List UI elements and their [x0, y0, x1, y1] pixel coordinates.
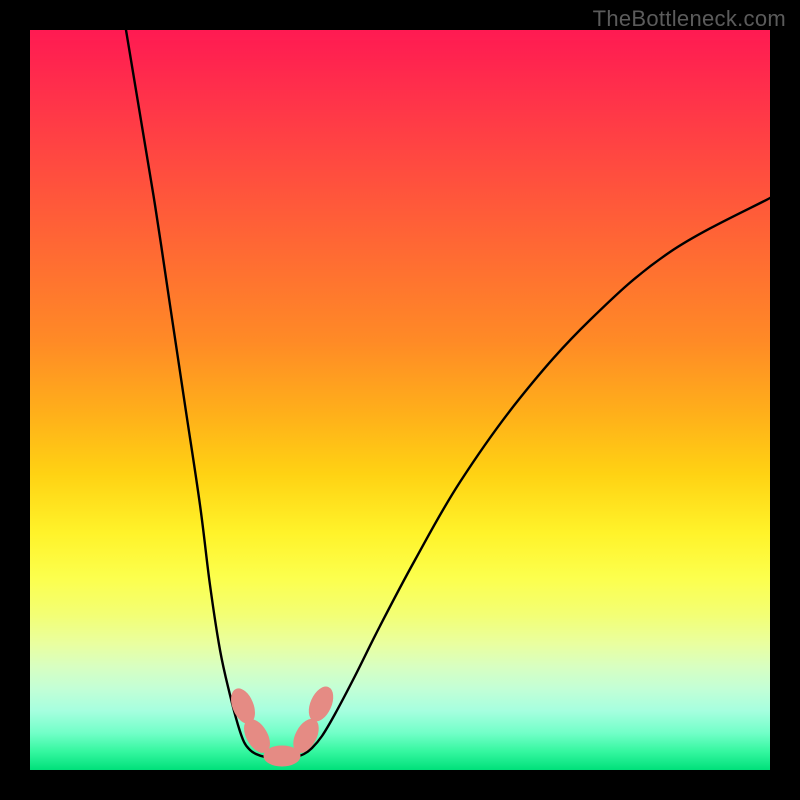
plot-area	[30, 30, 770, 770]
watermark-text: TheBottleneck.com	[593, 6, 786, 32]
chart-frame: TheBottleneck.com	[0, 0, 800, 800]
bottleneck-curve	[126, 30, 770, 758]
chart-svg	[30, 30, 770, 770]
valley-markers	[227, 683, 337, 766]
